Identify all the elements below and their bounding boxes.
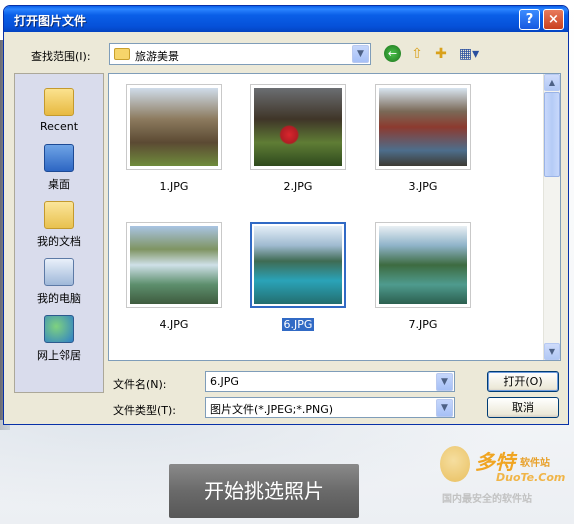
thumbnail-image bbox=[130, 88, 218, 166]
place-my-computer[interactable]: 我的电脑 bbox=[15, 258, 103, 306]
cancel-button[interactable]: 取消 bbox=[487, 397, 559, 418]
start-picking-photos-button[interactable]: 开始挑选照片 bbox=[169, 464, 359, 518]
filename-combo[interactable]: 6.JPG ▼ bbox=[205, 371, 455, 392]
thumbnail-frame bbox=[126, 222, 222, 308]
file-item-1[interactable]: 1.JPG bbox=[126, 84, 222, 193]
file-list[interactable]: 1.JPG 2.JPG 3.JPG 4.JPG 6.JPG 7.JPG ▲ ▼ bbox=[108, 73, 561, 361]
logo-domain: DuoTe.Com bbox=[496, 471, 566, 484]
file-name-label: 2.JPG bbox=[283, 180, 313, 193]
dialog-titlebar[interactable]: 打开图片文件 ? × bbox=[4, 6, 568, 32]
file-item-7[interactable]: 7.JPG bbox=[375, 222, 471, 331]
open-file-dialog: 打开图片文件 ? × 查找范围(I): 旅游美景 ▼ ← ⇧ ✚ ▦▾ Rece… bbox=[3, 5, 569, 425]
file-name-label: 6.JPG bbox=[281, 318, 315, 331]
chevron-down-icon[interactable]: ▼ bbox=[436, 373, 453, 391]
filename-value: 6.JPG bbox=[210, 375, 239, 388]
place-label: Recent bbox=[39, 120, 79, 133]
back-arrow-icon[interactable]: ← bbox=[384, 45, 401, 62]
file-item-4[interactable]: 4.JPG bbox=[126, 222, 222, 331]
place-desktop[interactable]: 桌面 bbox=[15, 144, 103, 192]
file-item-3[interactable]: 3.JPG bbox=[375, 84, 471, 193]
scrollbar-thumb[interactable] bbox=[544, 92, 560, 177]
filetype-combo[interactable]: 图片文件(*.JPEG;*.PNG) ▼ bbox=[205, 397, 455, 418]
vertical-scrollbar[interactable]: ▲ ▼ bbox=[543, 74, 560, 360]
recent-folder-icon bbox=[44, 88, 74, 116]
file-item-6[interactable]: 6.JPG bbox=[250, 222, 346, 331]
thumbnail-image bbox=[254, 226, 342, 304]
place-label: 我的文档 bbox=[37, 235, 81, 248]
logo-slogan: 国内最安全的软件站 bbox=[442, 494, 532, 505]
file-name-label: 7.JPG bbox=[408, 318, 438, 331]
filetype-value: 图片文件(*.JPEG;*.PNG) bbox=[210, 403, 334, 416]
place-my-documents[interactable]: 我的文档 bbox=[15, 201, 103, 249]
lookin-value: 旅游美景 bbox=[135, 50, 179, 63]
logo-emblem-icon bbox=[440, 446, 470, 482]
folder-icon bbox=[114, 48, 130, 60]
dialog-title: 打开图片文件 bbox=[14, 14, 87, 28]
file-name-label: 4.JPG bbox=[159, 318, 189, 331]
filetype-label: 文件类型(T): bbox=[113, 404, 177, 417]
chevron-down-icon[interactable]: ▼ bbox=[352, 45, 369, 63]
my-documents-icon bbox=[44, 201, 74, 229]
lookin-label: 查找范围(I): bbox=[31, 50, 91, 63]
filename-label: 文件名(N): bbox=[113, 378, 167, 391]
up-folder-icon[interactable]: ⇧ bbox=[407, 45, 427, 63]
help-button[interactable]: ? bbox=[519, 9, 540, 30]
scroll-up-icon[interactable]: ▲ bbox=[544, 74, 560, 91]
watermark-logo: 多特 软件站 DuoTe.Com 国内最安全的软件站 bbox=[440, 444, 570, 510]
places-bar: Recent 桌面 我的文档 我的电脑 网上邻居 bbox=[14, 73, 104, 393]
thumbnail-frame bbox=[375, 84, 471, 170]
scroll-down-icon[interactable]: ▼ bbox=[544, 343, 560, 360]
file-name-label: 3.JPG bbox=[408, 180, 438, 193]
close-button[interactable]: × bbox=[543, 9, 564, 30]
thumbnail-frame bbox=[126, 84, 222, 170]
place-recent[interactable]: Recent bbox=[15, 88, 103, 133]
thumbnail-frame bbox=[375, 222, 471, 308]
file-name-label: 1.JPG bbox=[159, 180, 189, 193]
chevron-down-icon[interactable]: ▼ bbox=[436, 399, 453, 417]
place-label: 桌面 bbox=[48, 178, 70, 191]
place-network[interactable]: 网上邻居 bbox=[15, 315, 103, 363]
desktop-icon bbox=[44, 144, 74, 172]
file-item-2[interactable]: 2.JPG bbox=[250, 84, 346, 193]
thumbnail-image bbox=[379, 88, 467, 166]
thumbnail-image bbox=[130, 226, 218, 304]
thumbnail-image bbox=[254, 88, 342, 166]
thumbnail-image bbox=[379, 226, 467, 304]
my-computer-icon bbox=[44, 258, 74, 286]
lookin-combo[interactable]: 旅游美景 ▼ bbox=[109, 43, 371, 65]
place-label: 网上邻居 bbox=[37, 349, 81, 362]
view-menu-icon[interactable]: ▦▾ bbox=[456, 45, 482, 63]
network-icon bbox=[44, 315, 74, 343]
thumbnail-frame bbox=[250, 84, 346, 170]
open-button[interactable]: 打开(O) bbox=[487, 371, 559, 392]
place-label: 我的电脑 bbox=[37, 292, 81, 305]
new-folder-icon[interactable]: ✚ bbox=[431, 45, 451, 63]
thumbnail-frame bbox=[250, 222, 346, 308]
logo-sub: 软件站 bbox=[520, 458, 550, 469]
